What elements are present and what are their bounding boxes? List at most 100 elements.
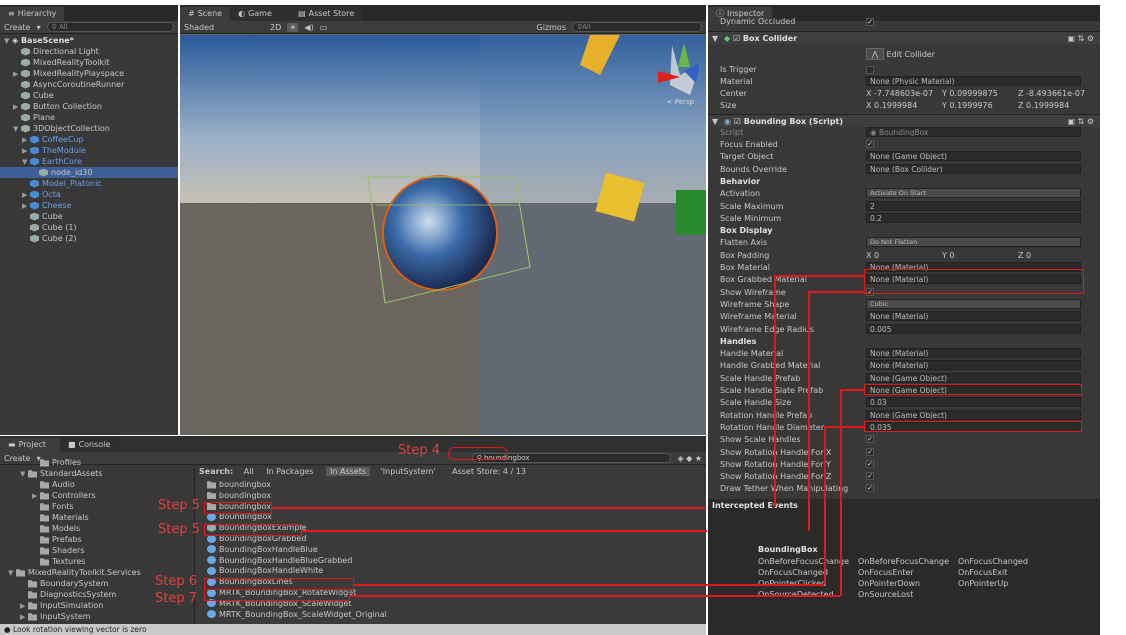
tab-game[interactable]: ◐ Game (230, 7, 291, 21)
property-field[interactable]: 2 (866, 200, 1081, 211)
hierarchy-item[interactable]: Cube (2) (0, 233, 178, 244)
project-folder[interactable]: DiagnosticsSystem (20, 589, 116, 600)
size-z-field[interactable]: Z 0.1999984 (1018, 100, 1069, 111)
hierarchy-item[interactable]: ▼ EarthCore (0, 156, 178, 167)
padding-axis-field[interactable]: Y 0 (942, 250, 955, 261)
padding-axis-field[interactable]: X 0 (866, 250, 879, 261)
size-x-field[interactable]: X 0.1999984 (866, 100, 917, 111)
asset-result[interactable]: MRTK_BoundingBox_ScaleWidget_Original (207, 609, 387, 620)
project-folder[interactable]: Models (32, 523, 80, 534)
property-checkbox[interactable]: ✓ (866, 459, 874, 468)
padding-axis-field[interactable]: Z 0 (1018, 250, 1031, 261)
tab-hierarchy[interactable]: ≡ Hierarchy (0, 7, 65, 21)
create-button[interactable]: Create (4, 23, 31, 32)
asset-result[interactable]: BoundingBoxHandleBlue (207, 544, 318, 555)
audio-icon[interactable]: ◀) (304, 23, 313, 32)
property-field[interactable]: None (Material) (866, 360, 1081, 371)
hierarchy-item[interactable]: Cube (0, 211, 178, 222)
scene-root[interactable]: ▼ ◈ BaseScene* (4, 35, 74, 46)
hierarchy-item[interactable]: ▶ Octa (0, 189, 178, 200)
dynamic-occluded-checkbox[interactable]: ✓ (866, 18, 874, 26)
filter-in-assets[interactable]: In Assets (326, 467, 371, 476)
size-y-field[interactable]: Y 0.1999976 (942, 100, 993, 111)
asset-result[interactable]: BoundingBoxHandleWhite (207, 565, 323, 576)
effects-icon[interactable]: ▭ (320, 23, 328, 32)
hierarchy-item[interactable]: MixedRealityToolkit (0, 57, 178, 68)
lighting-icon[interactable]: ☀ (287, 22, 299, 32)
filter-all[interactable]: All (244, 467, 254, 476)
project-folder[interactable]: Prefabs (32, 534, 82, 545)
asset-result[interactable]: BoundingBoxHandleBlueGrabbed (207, 555, 352, 566)
scene-viewport[interactable] (180, 35, 706, 435)
tab-project[interactable]: ▬ Project (0, 438, 60, 452)
hierarchy-item[interactable]: AsyncCoroutineRunner (0, 79, 178, 90)
hierarchy-item[interactable]: Plane (0, 112, 178, 123)
tab-console[interactable]: ■ Console (60, 438, 119, 452)
hierarchy-item[interactable]: node_id30 (0, 167, 178, 178)
property-field[interactable]: 0.005 (866, 323, 1081, 334)
filter-inputsystem[interactable]: 'InputSystem' (381, 467, 436, 476)
project-folder[interactable]: BoundarySystem (20, 578, 108, 589)
persp-label[interactable]: < Persp (667, 97, 694, 108)
physic-material-field[interactable]: None (Physic Material) (866, 76, 1081, 86)
box-collider-header[interactable]: ▼ ◆ ☑ Box Collider ▣ ⇅ ⚙ (708, 31, 1100, 44)
center-z-field[interactable]: Z -8.493661e-07 (1018, 88, 1085, 99)
project-folder[interactable]: ▶ InputSimulation (20, 600, 103, 611)
property-field[interactable]: None (Game Object) (866, 372, 1081, 383)
project-folder[interactable]: Shaders (32, 545, 85, 556)
edit-collider-button[interactable]: ⋀ Edit Collider (866, 48, 935, 60)
filter-in-packages[interactable]: In Packages (266, 467, 313, 476)
property-field[interactable]: None (Material) (866, 311, 1081, 322)
hierarchy-item[interactable]: ▶ Button Collection (0, 101, 178, 112)
bounding-box-header[interactable]: ▼ ◉ ☑ Bounding Box (Script) ▣ ⇅ ⚙ (708, 114, 1100, 127)
component-settings-icon[interactable]: ▣ ⇅ ⚙ (1067, 116, 1094, 127)
asset-result[interactable]: boundingbox (207, 479, 271, 490)
property-checkbox[interactable]: ✓ (866, 140, 874, 148)
create-button[interactable]: Create (4, 454, 31, 463)
project-folder[interactable]: ▶ InputSystem (20, 611, 91, 622)
hierarchy-item[interactable]: ▶ CoffeeCup (0, 134, 178, 145)
project-folder[interactable]: ▼ StandardAssets (20, 468, 102, 479)
property-dropdown[interactable]: Cubic (866, 298, 1081, 309)
is-trigger-checkbox[interactable] (866, 66, 874, 74)
hierarchy-item[interactable]: ▶ TheModule (0, 145, 178, 156)
gizmos-dropdown[interactable]: Gizmos (537, 23, 566, 32)
mode-2d-toggle[interactable]: 2D (270, 23, 281, 32)
hierarchy-item[interactable]: Directional Light (0, 46, 178, 57)
property-checkbox[interactable]: ✓ (866, 447, 874, 456)
hierarchy-item[interactable]: ▶ MixedRealityPlayspace (0, 68, 178, 79)
property-field[interactable]: None (Game Object) (866, 409, 1081, 420)
tab-scene[interactable]: # Scene (180, 7, 231, 21)
hierarchy-item[interactable]: Cube (0, 90, 178, 101)
hierarchy-item[interactable]: Cube (1) (0, 222, 178, 233)
center-y-field[interactable]: Y 0.09999875 (942, 88, 998, 99)
scene-search-input[interactable]: ⚲All (572, 22, 702, 32)
property-checkbox[interactable]: ✓ (866, 472, 874, 481)
center-x-field[interactable]: X -7.748603e-07 (866, 88, 933, 99)
filter-asset-store[interactable]: Asset Store: 4 / 13 (452, 467, 526, 476)
property-field[interactable]: None (Material) (866, 348, 1081, 359)
project-folder[interactable]: Textures (32, 556, 85, 567)
property-dropdown[interactable]: Activate On Start (866, 188, 1081, 199)
project-folder[interactable]: Profiles (32, 457, 81, 468)
property-field[interactable]: None (Game Object) (866, 151, 1081, 162)
property-dropdown[interactable]: Do Not Flatten (866, 237, 1081, 248)
hierarchy-item[interactable]: ▶ Cheese (0, 200, 178, 211)
tab-asset-store[interactable]: ▤ Asset Store (290, 7, 363, 21)
project-folder[interactable]: Audio (32, 479, 75, 490)
project-folder[interactable]: Materials (32, 512, 89, 523)
project-folder[interactable]: ▶ Controllers (32, 490, 96, 501)
property-checkbox[interactable]: ✓ (866, 435, 874, 444)
project-folder[interactable]: Fonts (32, 501, 74, 512)
property-field[interactable]: None (Box Collider) (866, 163, 1081, 174)
property-field[interactable]: 0.03 (866, 397, 1081, 408)
component-settings-icon[interactable]: ▣ ⇅ ⚙ (1067, 33, 1094, 44)
hierarchy-search-input[interactable]: ⚲ All (46, 22, 174, 32)
asset-result[interactable]: boundingbox (207, 490, 271, 501)
hierarchy-item[interactable]: ▼ 3DObjectCollection (0, 123, 178, 134)
hierarchy-item[interactable]: Model_Platonic (0, 178, 178, 189)
property-field[interactable]: 0.2 (866, 212, 1081, 223)
shading-dropdown[interactable]: Shaded (184, 23, 244, 32)
property-checkbox[interactable]: ✓ (866, 484, 874, 493)
filter-icons[interactable]: ◈ ◆ ★ (677, 454, 702, 463)
